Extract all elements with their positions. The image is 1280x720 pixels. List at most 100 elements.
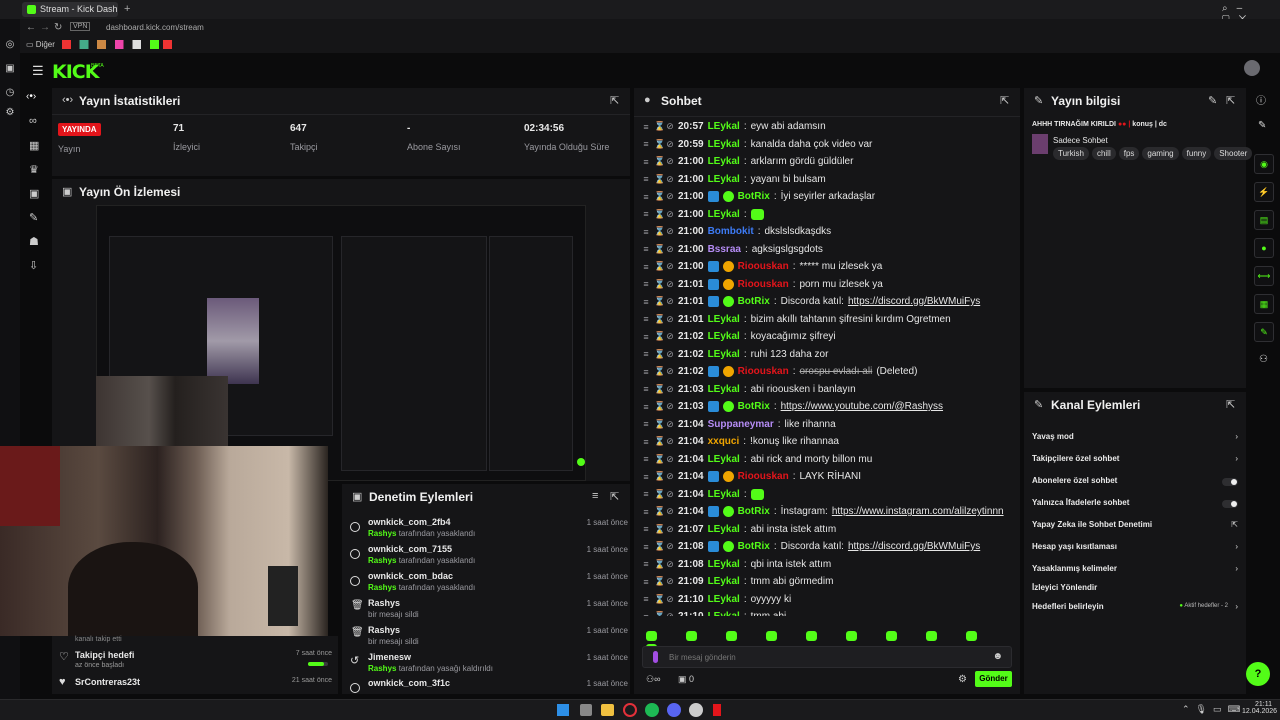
chat-message[interactable]: ≡ ⌛⊘ 21:10 LEykal: tmm abi [642,608,786,616]
help-button[interactable]: ? [1246,662,1270,686]
pin-icon[interactable]: ≡ [642,192,650,202]
ban-icon[interactable]: ⊘ [666,331,674,342]
chat-username[interactable]: LEykal [708,594,740,605]
send-button[interactable]: Gönder [975,671,1012,687]
ban-icon[interactable]: ⊘ [666,594,674,605]
ban-icon[interactable]: ⊘ [666,174,674,185]
explorer-icon[interactable] [601,704,614,716]
category-name[interactable]: Sadece Sohbet [1053,136,1108,145]
chat-username[interactable]: BotRix [738,401,770,412]
moderation-user[interactable]: ownkick_com_3f1c [368,678,450,688]
ban-icon[interactable]: ⊘ [666,296,674,307]
ban-icon[interactable]: ⊘ [666,261,674,272]
timeout-icon[interactable]: ⌛ [654,244,665,255]
popout-icon[interactable]: ⇱ [1226,398,1235,411]
pin-icon[interactable]: ≡ [642,227,650,237]
forward-icon[interactable]: → [40,22,50,33]
browser-tab[interactable]: Stream - Kick Dashbo [22,2,118,17]
bookmark-icons[interactable] [62,40,172,49]
avatar[interactable] [1244,60,1260,76]
action-emotes-only[interactable]: Yalnızca İfadelerle sohbet [1032,498,1238,514]
users-icon[interactable]: ⚇ [1259,354,1268,365]
history-icon[interactable]: ◷ [0,87,20,98]
ban-icon[interactable]: ⊘ [666,471,674,482]
action-slow-mode[interactable]: Yavaş mod › [1032,432,1238,448]
info-icon[interactable]: ⓘ [1256,92,1266,107]
chat-username[interactable]: BotRix [738,191,770,202]
bookmark-folder[interactable]: ▭ Diğer [26,40,55,49]
action-ai-moderation[interactable]: Yapay Zeka ile Sohbet Denetimi ⇱ [1032,520,1238,536]
pin-icon[interactable]: ≡ [642,489,650,499]
chat-username[interactable]: LEykal [708,156,740,167]
rail-button[interactable]: ▤ [1254,210,1274,230]
action-subscribers-only[interactable]: Abonelere özel sohbet [1032,476,1238,492]
timeout-icon[interactable]: ⌛ [654,611,665,616]
chat-username[interactable]: LEykal [708,524,740,535]
pin-icon[interactable]: ≡ [642,402,650,412]
action-goals[interactable]: Hedefleri belirleyin ● Aktif hedefler - 2… [1032,602,1238,618]
pin-icon[interactable]: ≡ [642,314,650,324]
wrench-icon[interactable]: ✎ [29,211,38,224]
ban-icon[interactable]: ⊘ [666,244,674,255]
rail-button[interactable]: ⟷ [1254,266,1274,286]
chat-message[interactable]: ≡ ⌛ ⊘ 21:04 Rioouskan: LAYK RİHANI [642,468,861,485]
chat-username[interactable]: LEykal [708,314,740,325]
moderation-user[interactable]: ownkick_com_7155 [368,544,452,554]
chat-username[interactable]: Rioouskan [738,261,789,272]
chat-username[interactable]: LEykal [708,611,740,616]
stream-icon[interactable]: ‹•› [26,91,36,102]
pin-icon[interactable]: ≡ [642,577,650,587]
moderation-user[interactable]: Rashys [368,598,400,608]
timeout-icon[interactable]: ⌛ [654,559,665,570]
chat-users-icon[interactable]: ⚇∞ [646,674,660,685]
chat-username[interactable]: BotRix [738,296,770,307]
pin-icon[interactable]: ≡ [642,122,650,132]
rail-button[interactable]: ● [1254,238,1274,258]
system-tray[interactable]: ⌃🎙︎▭⌨ [1182,704,1246,715]
link-icon[interactable]: ∞ [29,115,37,127]
chat-message[interactable]: ≡ ⌛ ⊘ 21:01 Rioouskan: porn mu izlesek ya [642,276,883,293]
discord-icon[interactable] [667,703,681,717]
chat-message[interactable]: ≡ ⌛ ⊘ 21:02 LEykal: koyacağımız şifreyi [642,328,835,345]
app-icon[interactable] [713,704,721,716]
chat-link[interactable]: https://discord.gg/BkWMuiFys [848,541,980,552]
pin-icon[interactable]: ≡ [642,559,650,569]
chat-username[interactable]: LEykal [708,174,740,185]
ban-icon[interactable]: ⊘ [666,559,674,570]
back-icon[interactable]: ← [26,22,36,33]
chat-message[interactable]: ≡ ⌛ ⊘ 21:00 Bssraa: agksigslgsgdots [642,241,823,258]
pin-icon[interactable]: ≡ [642,542,650,552]
timeout-icon[interactable]: ⌛ [654,506,665,517]
ban-icon[interactable]: ⊘ [666,541,674,552]
chat-message[interactable]: ≡ ⌛ ⊘ 21:08 BotRix: Discorda katıl: https://d… [642,538,980,555]
chat-username[interactable]: Rioouskan [738,279,789,290]
timeout-icon[interactable]: ⌛ [654,279,665,290]
pin-icon[interactable]: ≡ [642,157,650,167]
pin-icon[interactable]: ≡ [642,419,650,429]
timeout-icon[interactable]: ⌛ [654,471,665,482]
chat-link[interactable]: https://www.instagram.com/alilzeytinnn [832,506,1004,517]
chat-username[interactable]: Rioouskan [738,366,789,377]
timeout-icon[interactable]: ⌛ [654,524,665,535]
timeout-icon[interactable]: ⌛ [654,436,665,447]
chat-message[interactable]: ≡ ⌛ ⊘ 21:00 LEykal: [642,206,764,223]
chat-username[interactable]: LEykal [708,489,740,500]
timeout-icon[interactable]: ⌛ [654,139,665,150]
chat-message[interactable]: ≡ ⌛ ⊘ 21:00 Rioouskan: ***** mu izlesek ya [642,258,882,275]
chat-username[interactable]: xxquci [708,436,740,447]
chat-username[interactable]: LEykal [708,576,740,587]
chat-username[interactable]: LEykal [708,209,740,220]
chat-message[interactable]: ≡ ⌛ ⊘ 21:04 xxquci: !konuş like rihannaa [642,433,839,450]
windows-start-icon[interactable] [557,704,569,716]
download-icon[interactable]: ⇩ [29,259,38,272]
trophy-icon[interactable]: ♛ [29,163,39,176]
timeout-icon[interactable]: ⌛ [654,419,665,430]
chat-message[interactable]: ≡ ⌛ ⊘ 21:04 LEykal: abi rick and morty billon… [642,451,872,468]
chat-link[interactable]: https://www.youtube.com/@Rashyss [781,401,943,412]
pin-icon[interactable]: ≡ [642,174,650,184]
chat-message[interactable]: ≡ ⌛ ⊘ 21:02 Rioouskan: orospu evladı ali (Del… [642,363,917,380]
pin-icon[interactable]: ≡ [642,437,650,447]
ban-icon[interactable]: ⊘ [666,349,674,360]
chat-message[interactable]: ≡ ⌛ ⊘ 21:04 LEykal: [642,486,764,503]
pin-icon[interactable]: ≡ [642,524,650,534]
